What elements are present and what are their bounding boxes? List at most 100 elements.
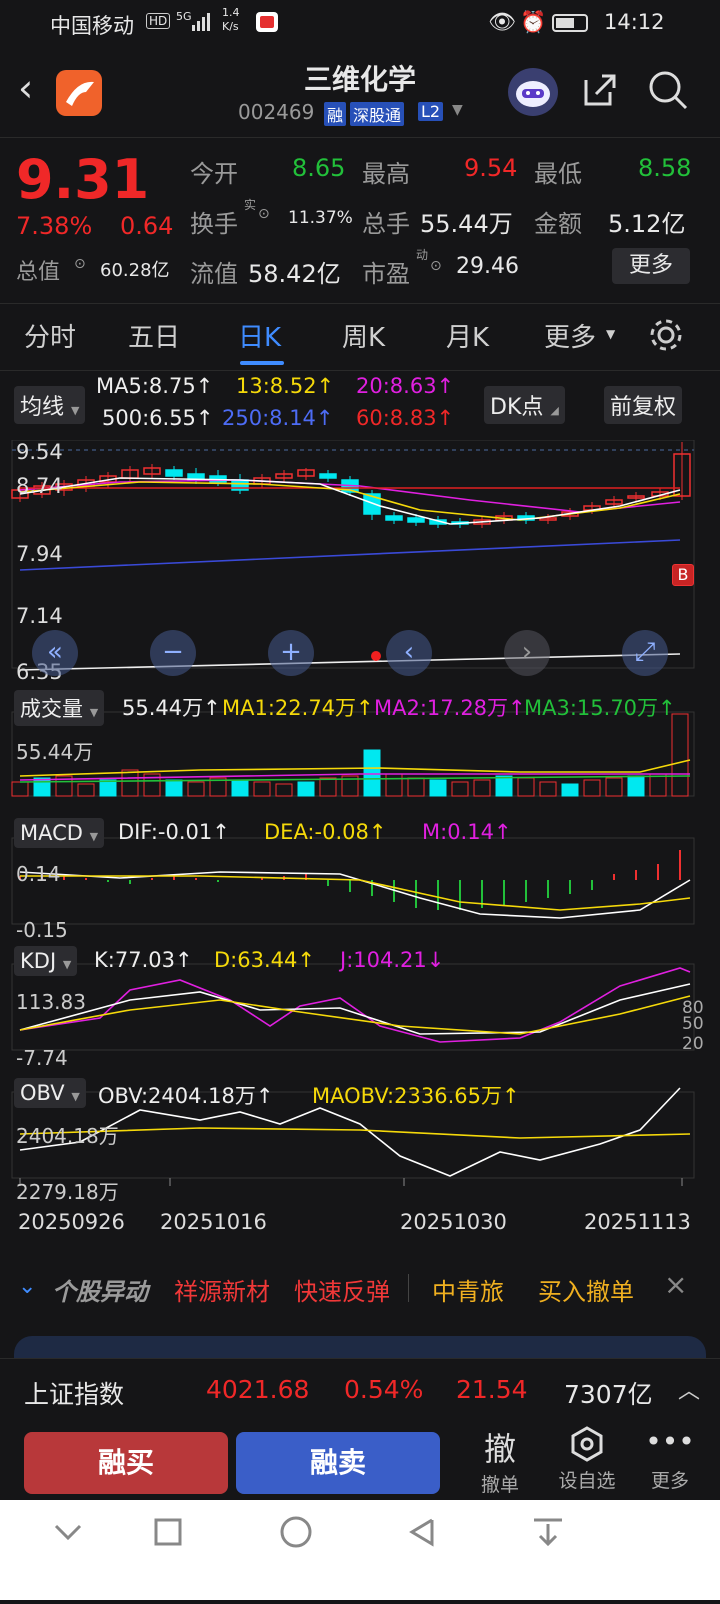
obv-axis-label: 2404.18万 xyxy=(16,1124,119,1148)
margin-sell-button[interactable]: 融卖 xyxy=(236,1432,440,1494)
low-value: 8.58 xyxy=(638,154,692,182)
abs-change: 0.64 xyxy=(120,212,174,240)
zoom-out-icon[interactable]: − xyxy=(150,630,196,676)
nav-recents-icon xyxy=(154,1518,182,1546)
ma5-value: MA5:8.75↑ xyxy=(96,374,214,398)
kdj-ref-20: 20 xyxy=(682,1034,704,1054)
search-icon[interactable] xyxy=(646,68,690,116)
turnover-sup: 实 xyxy=(244,198,257,212)
volume-bar xyxy=(451,781,469,797)
nav-home-icon xyxy=(280,1516,312,1548)
ma250-value: 250:8.14↑ xyxy=(222,406,334,430)
more-button[interactable]: 更多 xyxy=(612,248,690,284)
close-icon[interactable]: × xyxy=(664,1268,687,1301)
cancel-order-button[interactable]: 撤 撤单 xyxy=(470,1424,530,1502)
volume-bar xyxy=(429,779,447,797)
price-axis-label: 9.54 xyxy=(16,440,63,464)
net-speed: 1.4 K/s xyxy=(222,6,240,33)
news-ticker[interactable]: ⌄ 个股异动 祥源新材 快速反弹 中青旅 买入撤单 × xyxy=(0,1262,720,1322)
date-label: 20251030 xyxy=(400,1210,507,1234)
candle xyxy=(165,469,183,477)
amt-label: 金额 xyxy=(534,210,582,238)
info-icon[interactable]: ⊙ xyxy=(74,256,86,272)
volume-bar xyxy=(297,781,315,797)
open-value: 8.65 xyxy=(292,154,346,182)
macd-dea: DEA:-0.08↑ xyxy=(264,820,387,844)
expand-up-icon[interactable]: ︿ xyxy=(678,1373,700,1405)
tab-monthly-k[interactable]: 月K xyxy=(446,317,489,354)
tab-weekly-k[interactable]: 周K xyxy=(342,317,385,354)
fast-rewind-icon[interactable]: « xyxy=(32,630,78,676)
ma60-value: 60:8.83↑ xyxy=(356,406,455,430)
ma-selector[interactable]: 均线 ▼ xyxy=(14,386,86,424)
tab-more[interactable]: 更多 xyxy=(544,317,596,354)
obv-selector[interactable]: OBV ▼ xyxy=(14,1078,86,1108)
dropdown-icon[interactable]: ▼ xyxy=(452,102,463,118)
add-watchlist-button[interactable]: 设自选 xyxy=(552,1424,622,1502)
price-axis-label: 7.14 xyxy=(16,604,63,628)
share-icon[interactable] xyxy=(580,70,620,114)
index-amount: 7307亿 xyxy=(564,1380,653,1409)
dk-point-label: DK点 xyxy=(490,395,544,420)
scroll-left-icon[interactable]: ‹ xyxy=(386,630,432,676)
volume-ma2: MA2:17.28万↑ xyxy=(374,696,526,720)
more-actions-button[interactable]: ••• 更多 xyxy=(640,1424,700,1502)
assistant-robot-icon[interactable] xyxy=(508,68,558,116)
margin-buy-button[interactable]: 融买 xyxy=(24,1432,228,1494)
news-stock[interactable]: 祥源新材 xyxy=(174,1272,270,1307)
volume-ma1: MA1:22.74万↑ xyxy=(222,696,374,720)
pe-label: 市盈 xyxy=(362,260,410,288)
rong-badge: 融 xyxy=(324,102,347,126)
sgt-badge: 深股通 xyxy=(350,102,405,126)
mcap-value: 60.28亿 xyxy=(100,260,170,281)
open-label: 今开 xyxy=(190,160,238,188)
tab-more-caret-icon: ▼ xyxy=(606,327,616,341)
ma250-line xyxy=(19,539,681,571)
kdj-k: K:77.03↑ xyxy=(94,948,193,972)
settings-icon[interactable] xyxy=(648,317,684,357)
dk-point-button[interactable]: DK点 ◢ xyxy=(484,386,565,424)
system-nav-bar xyxy=(0,1500,720,1600)
volume-selector[interactable]: 成交量 ▼ xyxy=(14,690,105,726)
high-value: 9.54 xyxy=(464,154,518,182)
obv-axis-label: 2279.18万 xyxy=(16,1180,119,1204)
dif-line xyxy=(19,871,691,919)
mcap-label: 总值 xyxy=(16,260,61,285)
divider xyxy=(408,1274,409,1302)
index-bar[interactable]: 上证指数 4021.68 0.54% 21.54 7307亿 ︿ xyxy=(0,1358,720,1424)
volume-bar xyxy=(231,779,249,797)
last-price: 9.31 xyxy=(16,148,150,211)
news-event[interactable]: 买入撤单 xyxy=(538,1272,634,1307)
ma500-value: 500:6.55↑ xyxy=(102,406,214,430)
info-icon[interactable]: ⊙ xyxy=(258,206,270,222)
kdj-selector[interactable]: KDJ ▼ xyxy=(14,946,78,976)
scroll-right-icon[interactable]: › xyxy=(504,630,550,676)
adjust-button[interactable]: 前复权 xyxy=(604,386,683,424)
nav-back-icon xyxy=(409,1518,434,1547)
index-name: 上证指数 xyxy=(24,1380,125,1409)
trade-action-bar: 融买 融卖 撤 撤单 设自选 ••• 更多 xyxy=(0,1424,720,1502)
news-stock[interactable]: 中青旅 xyxy=(432,1272,504,1307)
buy-point-marker[interactable]: B xyxy=(672,564,694,586)
volume-bar xyxy=(99,779,117,797)
volume-bar xyxy=(561,783,579,797)
expand-chevron-icon[interactable]: ⌄ xyxy=(18,1274,36,1299)
tab-five-day[interactable]: 五日 xyxy=(128,317,180,354)
stock-header: ‹ 三维化学 002469 融 深股通 L2 ▼ xyxy=(0,50,720,138)
tab-daily-k[interactable]: 日K xyxy=(238,317,281,354)
j-line xyxy=(19,967,691,1043)
macd-selector[interactable]: MACD ▼ xyxy=(14,818,105,848)
info-icon[interactable]: ⊙ xyxy=(430,258,442,274)
index-value: 4021.68 xyxy=(206,1375,310,1404)
volume-bar xyxy=(165,779,183,797)
fullscreen-icon[interactable]: ⤢ xyxy=(622,630,668,676)
d-line xyxy=(19,995,691,1035)
volume-bar xyxy=(363,749,381,797)
date-label: 20251016 xyxy=(160,1210,267,1234)
tab-intraday[interactable]: 分时 xyxy=(24,317,76,354)
news-event[interactable]: 快速反弹 xyxy=(294,1272,390,1307)
zoom-in-icon[interactable]: + xyxy=(268,630,314,676)
maobv-value: MAOBV:2336.65万↑ xyxy=(312,1084,520,1108)
index-chg: 21.54 xyxy=(456,1375,528,1404)
date-label: 20251113 xyxy=(584,1210,691,1234)
